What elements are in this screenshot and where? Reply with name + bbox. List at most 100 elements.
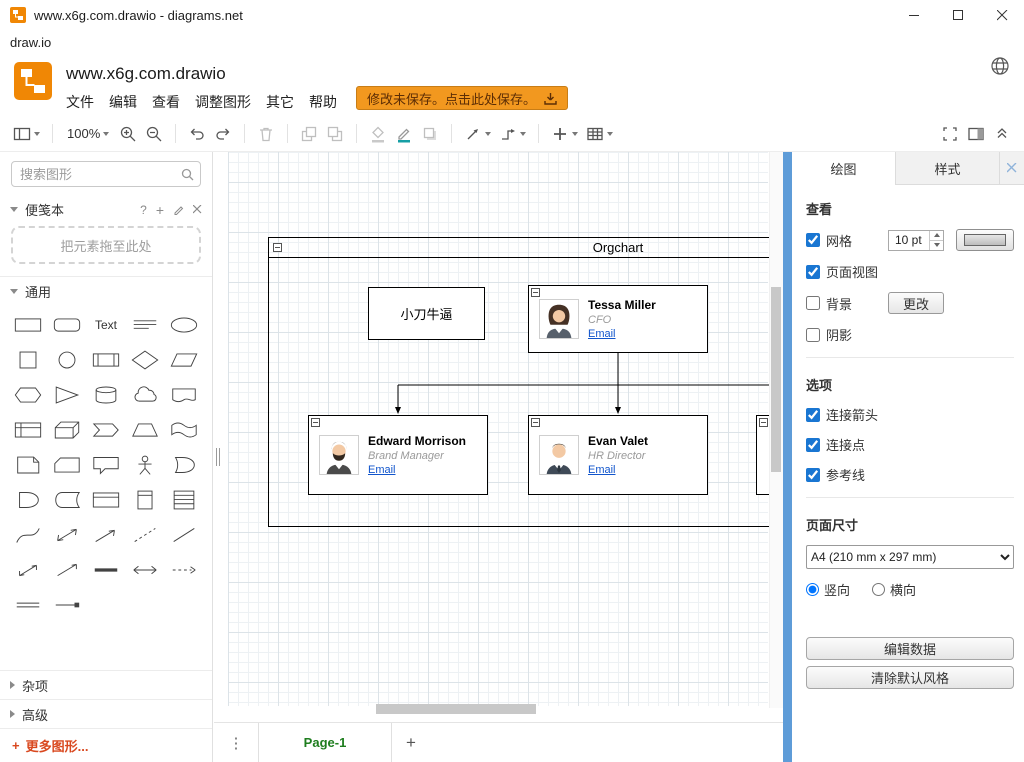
paper-size-select[interactable]: A4 (210 mm x 297 mm) bbox=[806, 545, 1014, 569]
sidebar-splitter-handle[interactable] bbox=[216, 448, 220, 466]
shape-cloud[interactable] bbox=[126, 383, 165, 407]
grid-size-spinner[interactable] bbox=[929, 231, 943, 250]
format-panel-scrollbar[interactable] bbox=[783, 152, 792, 762]
menu-file[interactable]: 文件 bbox=[66, 92, 94, 112]
shape-bidirectional-arrow[interactable] bbox=[47, 523, 86, 547]
shape-card[interactable] bbox=[47, 453, 86, 477]
menu-arrange[interactable]: 调整图形 bbox=[195, 92, 251, 112]
shape-arrow[interactable] bbox=[86, 523, 125, 547]
menu-drawio[interactable]: draw.io bbox=[10, 35, 51, 50]
shape-curve[interactable] bbox=[8, 523, 47, 547]
page-tab-1[interactable]: Page-1 bbox=[258, 723, 392, 762]
menu-edit[interactable]: 编辑 bbox=[109, 92, 137, 112]
collapse-node-button[interactable] bbox=[531, 288, 540, 297]
shape-process[interactable] bbox=[86, 348, 125, 372]
collapse-node-button[interactable] bbox=[531, 418, 540, 427]
shape-dashed-line[interactable] bbox=[126, 523, 165, 547]
grid-checkbox[interactable] bbox=[806, 233, 820, 247]
fullscreen-button[interactable] bbox=[938, 121, 962, 147]
email-link[interactable]: Email bbox=[588, 328, 656, 340]
shape-square-end-edge[interactable] bbox=[47, 593, 86, 617]
connection-points-checkbox[interactable] bbox=[806, 438, 820, 452]
advanced-section-header[interactable]: 高级 bbox=[0, 699, 212, 728]
delete-button[interactable] bbox=[254, 121, 278, 147]
to-back-button[interactable] bbox=[323, 121, 347, 147]
landscape-radio[interactable] bbox=[872, 583, 885, 596]
background-checkbox[interactable] bbox=[806, 296, 820, 310]
search-shapes-input[interactable] bbox=[11, 161, 201, 187]
shape-trapezoid[interactable] bbox=[126, 418, 165, 442]
connection-style-dropdown[interactable] bbox=[461, 121, 494, 147]
pages-menu-button[interactable]: ⋮ bbox=[214, 723, 258, 762]
shape-text[interactable]: Text bbox=[86, 313, 125, 337]
shape-line[interactable] bbox=[165, 523, 204, 547]
canvas-vertical-scrollbar-thumb[interactable] bbox=[771, 287, 781, 472]
undo-button[interactable] bbox=[185, 121, 209, 147]
shape-rectangle[interactable] bbox=[8, 313, 47, 337]
shape-data-storage[interactable] bbox=[47, 488, 86, 512]
shape-tape[interactable] bbox=[165, 418, 204, 442]
insert-dropdown[interactable] bbox=[548, 121, 581, 147]
document-title[interactable]: www.x6g.com.drawio bbox=[66, 64, 226, 84]
portrait-radio[interactable] bbox=[806, 583, 819, 596]
shape-ellipse[interactable] bbox=[165, 313, 204, 337]
fill-color-button[interactable] bbox=[366, 121, 390, 147]
page-view-checkbox[interactable] bbox=[806, 265, 820, 279]
format-panel-toggle-button[interactable] bbox=[964, 121, 988, 147]
language-globe-icon[interactable] bbox=[990, 56, 1010, 76]
collapse-node-button[interactable] bbox=[759, 418, 768, 427]
to-front-button[interactable] bbox=[297, 121, 321, 147]
connection-arrows-checkbox[interactable] bbox=[806, 408, 820, 422]
shape-list[interactable] bbox=[165, 488, 204, 512]
tab-style[interactable]: 样式 bbox=[896, 152, 1000, 185]
shape-triangle[interactable] bbox=[47, 383, 86, 407]
tab-diagram[interactable]: 绘图 bbox=[792, 152, 896, 185]
shape-link[interactable] bbox=[86, 558, 125, 582]
shape-bidirectional-connector[interactable] bbox=[8, 558, 47, 582]
shadow-checkbox[interactable] bbox=[806, 328, 820, 342]
shape-step[interactable] bbox=[86, 418, 125, 442]
shape-textbox[interactable] bbox=[126, 313, 165, 337]
email-link[interactable]: Email bbox=[368, 464, 466, 476]
shape-callout[interactable] bbox=[86, 453, 125, 477]
node-evan-valet[interactable]: Evan Valet HR Director Email bbox=[528, 415, 708, 495]
diagram-canvas[interactable]: Orgchart 小刀牛逼 Tessa Miller CFO Email bbox=[214, 152, 783, 722]
shape-bold-link[interactable] bbox=[8, 593, 47, 617]
shape-document[interactable] bbox=[165, 383, 204, 407]
scratchpad-add-icon[interactable]: + bbox=[156, 202, 164, 218]
shape-hexagon[interactable] bbox=[8, 383, 47, 407]
collapse-container-button[interactable] bbox=[273, 243, 282, 252]
maximize-button[interactable] bbox=[936, 0, 980, 30]
shape-note[interactable] bbox=[8, 453, 47, 477]
edit-data-button[interactable]: 编辑数据 bbox=[806, 637, 1014, 660]
shape-directional-connector[interactable] bbox=[47, 558, 86, 582]
node-plain[interactable]: 小刀牛逼 bbox=[368, 287, 485, 340]
zoom-in-button[interactable] bbox=[116, 121, 140, 147]
shape-parallelogram[interactable] bbox=[165, 348, 204, 372]
misc-section-header[interactable]: 杂项 bbox=[0, 670, 212, 699]
add-page-button[interactable]: + bbox=[392, 723, 430, 762]
more-shapes-button[interactable]: + 更多图形... bbox=[0, 728, 212, 762]
menu-extras[interactable]: 其它 bbox=[266, 92, 294, 112]
close-button[interactable] bbox=[980, 0, 1024, 30]
view-panels-button[interactable] bbox=[10, 121, 43, 147]
scratchpad-close-icon[interactable] bbox=[193, 205, 202, 214]
shape-diamond[interactable] bbox=[126, 348, 165, 372]
shape-dashed-arrow-edge[interactable] bbox=[165, 558, 204, 582]
shape-double-arrow-edge[interactable] bbox=[126, 558, 165, 582]
shape-cube[interactable] bbox=[47, 418, 86, 442]
canvas-horizontal-scrollbar-thumb[interactable] bbox=[376, 704, 536, 714]
close-format-panel-button[interactable] bbox=[1000, 152, 1024, 185]
scratchpad-section-header[interactable]: 便笺本 ? + bbox=[0, 195, 212, 224]
shape-and[interactable] bbox=[8, 488, 47, 512]
shape-container[interactable] bbox=[86, 488, 125, 512]
menu-help[interactable]: 帮助 bbox=[309, 92, 337, 112]
zoom-level-dropdown[interactable]: 100% bbox=[62, 121, 114, 147]
zoom-out-button[interactable] bbox=[142, 121, 166, 147]
shape-internal-storage[interactable] bbox=[8, 418, 47, 442]
shape-actor[interactable] bbox=[126, 453, 165, 477]
shape-square[interactable] bbox=[8, 348, 47, 372]
menu-view[interactable]: 查看 bbox=[152, 92, 180, 112]
shape-vertical-container[interactable] bbox=[126, 488, 165, 512]
minimize-button[interactable] bbox=[892, 0, 936, 30]
